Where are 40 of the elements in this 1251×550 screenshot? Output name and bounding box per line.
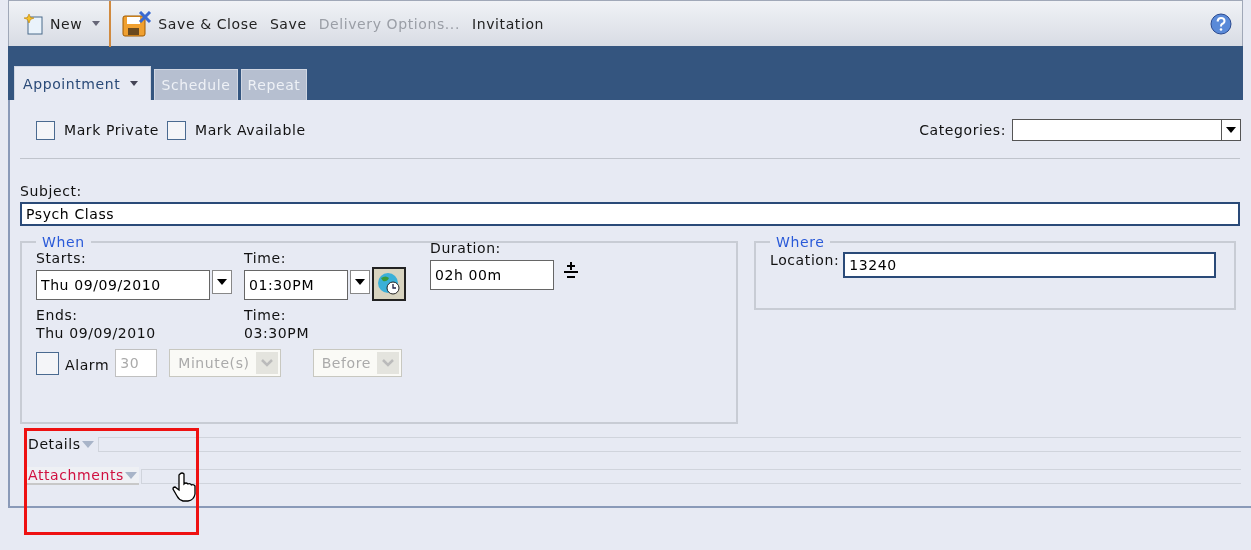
starts-label: Starts: [36, 250, 88, 266]
globe-clock-icon [377, 272, 401, 296]
checkbox-label: Mark Available [195, 122, 306, 138]
chevron-down-icon [377, 352, 399, 374]
alarm-label: Alarm [65, 357, 110, 373]
group-legend: When [36, 234, 91, 250]
time-label: Time: [244, 250, 287, 266]
ends-label: Ends: [36, 307, 79, 323]
location-label: Location: [770, 252, 840, 268]
new-button[interactable]: New [19, 7, 88, 40]
start-date-field[interactable]: Thu 09/09/2010 [36, 270, 210, 300]
subject-label: Subject: [20, 183, 83, 199]
subject-field[interactable]: Psych Class [20, 202, 1240, 226]
toolbar-button[interactable]: Invitation [467, 7, 550, 40]
new-document-icon [24, 12, 44, 35]
end-time: 03:30PM [244, 325, 311, 341]
section-header[interactable]: Details [26, 436, 96, 452]
save-close-button[interactable]: Save & Close [117, 7, 263, 40]
time-dropdown-button[interactable] [350, 270, 370, 294]
help-icon[interactable] [1210, 12, 1232, 35]
checkbox[interactable] [36, 120, 55, 140]
categories-dropdown[interactable] [1012, 119, 1241, 141]
time-zone-button[interactable] [372, 267, 406, 301]
chevron-down-icon [255, 352, 278, 374]
section-header[interactable]: Attachments [26, 467, 139, 485]
checkbox-label: Mark Private [64, 122, 159, 138]
categories-label: Categories: [919, 122, 1006, 138]
time-label: Time: [244, 307, 287, 323]
date-dropdown-button[interactable] [212, 270, 232, 294]
end-date: Thu 09/09/2010 [36, 325, 157, 341]
group-legend: Where [770, 234, 831, 250]
hand-cursor-icon [172, 472, 198, 502]
tab[interactable]: Appointment [14, 66, 152, 100]
checkbox[interactable] [167, 120, 186, 140]
duration-label: Duration: [430, 240, 502, 256]
floppy-close-icon [122, 10, 153, 37]
duration-field[interactable]: 02h 00m [430, 260, 554, 290]
start-time-field[interactable]: 01:30PM [244, 270, 348, 300]
location-field[interactable]: 13240 [843, 252, 1217, 278]
toolbar-button[interactable]: Save [264, 7, 312, 40]
